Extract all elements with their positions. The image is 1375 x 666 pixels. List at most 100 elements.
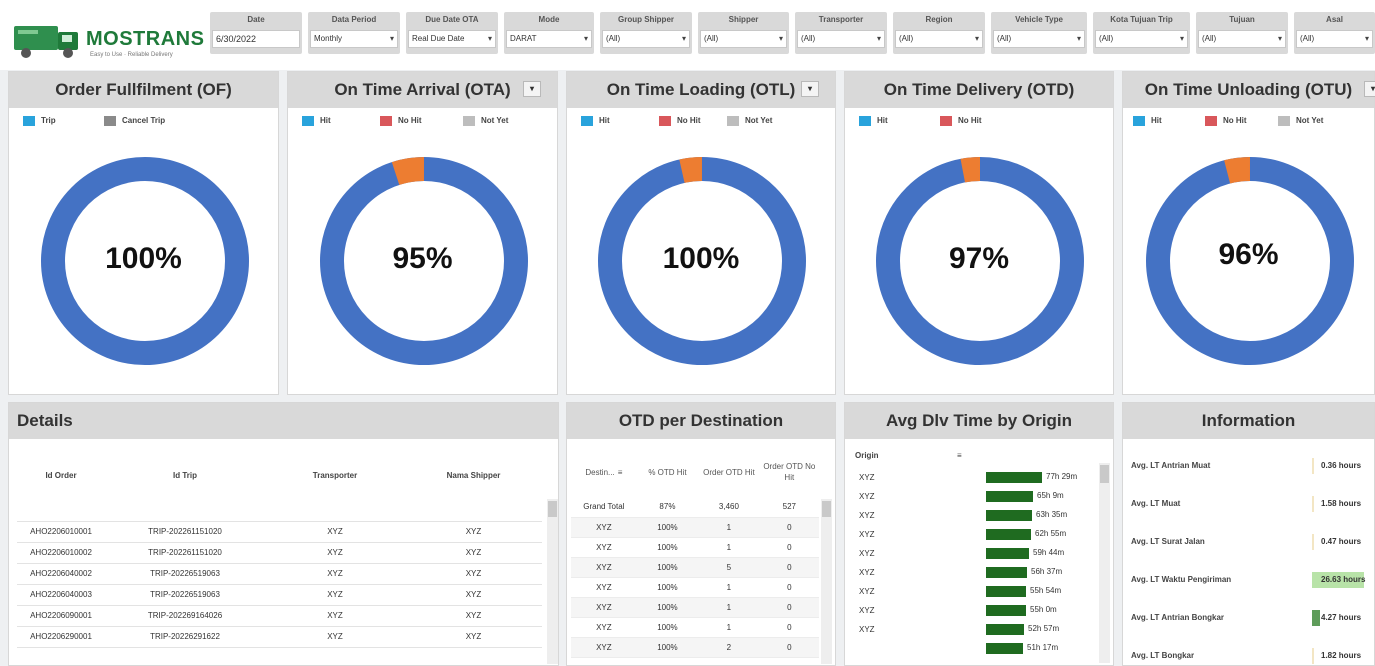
- filter-value: (All): [899, 34, 914, 43]
- kpi-dropdown-button[interactable]: ▾: [801, 81, 819, 97]
- legend-item[interactable]: No Hit: [380, 116, 422, 130]
- transporter-select[interactable]: (All) ▾: [797, 30, 885, 48]
- column-header[interactable]: % OTD Hit: [637, 447, 698, 497]
- table-row[interactable]: XYZ 100% 5 0: [571, 557, 819, 578]
- shipper-select[interactable]: (All) ▾: [700, 30, 787, 48]
- column-header[interactable]: Nama Shipper: [405, 447, 542, 503]
- group-shipper-select[interactable]: (All) ▾: [602, 30, 690, 48]
- kpi-title-of: Order Fullfilment (OF): [9, 72, 278, 108]
- due-date-ota-select[interactable]: Real Due Date ▾: [408, 30, 496, 48]
- filter-mode: Mode DARAT ▾: [504, 12, 594, 54]
- origin-bar[interactable]: [986, 548, 1029, 559]
- origin-row[interactable]: XYZ 65h 9m: [855, 490, 1095, 504]
- legend-item[interactable]: Hit: [859, 116, 888, 130]
- table-row[interactable]: XYZ 100% 1 0: [571, 517, 819, 538]
- legend-item[interactable]: No Hit: [1205, 116, 1247, 130]
- table-row[interactable]: AHO2206010001 TRIP-202261151020 XYZ XYZ: [17, 521, 542, 543]
- legend-label: Hit: [877, 116, 888, 125]
- kota-tujuan-trip-select[interactable]: (All) ▾: [1095, 30, 1188, 48]
- column-header[interactable]: Transporter: [265, 447, 405, 503]
- sort-icon[interactable]: ≡: [957, 451, 962, 460]
- origin-bar[interactable]: [986, 624, 1024, 635]
- filter-value: (All): [1300, 34, 1315, 43]
- tujuan-select[interactable]: (All) ▾: [1198, 30, 1286, 48]
- origin-bar[interactable]: [986, 510, 1032, 521]
- origin-value: 52h 57m: [1028, 624, 1060, 633]
- kpi-title-otl: On Time Loading (OTL) ▾: [567, 72, 835, 108]
- filter-icon[interactable]: ≡: [618, 468, 623, 477]
- filter-label: Data Period: [331, 15, 377, 24]
- table-row[interactable]: AHO2206290001 TRIP-20226291622 XYZ XYZ: [17, 626, 542, 648]
- origin-scrollbar[interactable]: [1099, 463, 1110, 663]
- table-cell: 100%: [636, 577, 699, 598]
- kpi-legend: Hit No Hit Not Yet: [288, 116, 557, 130]
- legend-item[interactable]: No Hit: [659, 116, 701, 130]
- origin-bar[interactable]: [986, 529, 1031, 540]
- origin-bar[interactable]: [986, 643, 1023, 654]
- origin-row[interactable]: XYZ 52h 57m: [855, 623, 1095, 637]
- legend-item[interactable]: Not Yet: [1278, 116, 1323, 130]
- table-row[interactable]: XYZ 100% 1 0: [571, 617, 819, 638]
- origin-bar[interactable]: [986, 491, 1033, 502]
- table-row[interactable]: AHO2206090001 TRIP-202269164026 XYZ XYZ: [17, 605, 542, 627]
- column-header[interactable]: Destin... ≡: [571, 447, 637, 497]
- table-row[interactable]: AHO2206040003 TRIP-20226519063 XYZ XYZ: [17, 584, 542, 606]
- legend-item[interactable]: Hit: [1133, 116, 1162, 130]
- origin-row[interactable]: XYZ 59h 44m: [855, 547, 1095, 561]
- origin-row[interactable]: XYZ 56h 37m: [855, 566, 1095, 580]
- origin-row[interactable]: 51h 17m: [855, 642, 1095, 656]
- legend-item[interactable]: Not Yet: [463, 116, 508, 130]
- column-header[interactable]: Id Order: [17, 447, 105, 503]
- kpi-dropdown-button[interactable]: ▾: [523, 81, 541, 97]
- origin-row[interactable]: XYZ 77h 29m: [855, 471, 1095, 485]
- table-row[interactable]: XYZ 100% 1 0: [571, 577, 819, 598]
- filter-value: DARAT: [510, 34, 537, 43]
- asal-select[interactable]: (All) ▾: [1296, 30, 1373, 48]
- table-row[interactable]: XYZ 100% 1 0: [571, 597, 819, 618]
- legend-label: No Hit: [1223, 116, 1247, 125]
- data-period-select[interactable]: Monthly ▾: [310, 30, 398, 48]
- legend-swatch: [581, 116, 593, 126]
- origin-row[interactable]: XYZ 63h 35m: [855, 509, 1095, 523]
- legend-item[interactable]: Cancel Trip: [104, 116, 165, 130]
- information-label: Avg. LT Bongkar: [1131, 651, 1195, 660]
- column-header[interactable]: Order OTD No Hit: [760, 447, 819, 497]
- date-input[interactable]: 6/30/2022: [212, 30, 300, 48]
- origin-bar[interactable]: [986, 605, 1026, 616]
- legend-label: No Hit: [677, 116, 701, 125]
- table-cell: 3,460: [698, 497, 760, 518]
- chevron-down-icon: ▾: [1179, 34, 1184, 43]
- vehicle-type-select[interactable]: (All) ▾: [993, 30, 1085, 48]
- otd-scrollbar[interactable]: [821, 499, 832, 664]
- origin-row[interactable]: XYZ 62h 55m: [855, 528, 1095, 542]
- origin-row[interactable]: XYZ 55h 0m: [855, 604, 1095, 618]
- grand-total-row[interactable]: Grand Total 87% 3,460 527: [571, 497, 819, 518]
- column-header[interactable]: Order OTD Hit: [698, 447, 759, 497]
- region-select[interactable]: (All) ▾: [895, 30, 983, 48]
- origin-value: 63h 35m: [1036, 510, 1068, 519]
- information-bar: [1312, 610, 1320, 626]
- legend-item[interactable]: Hit: [581, 116, 610, 130]
- table-row[interactable]: AHO2206010002 TRIP-202261151020 XYZ XYZ: [17, 542, 542, 564]
- table-row[interactable]: AHO2206040002 TRIP-20226519063 XYZ XYZ: [17, 563, 542, 585]
- details-scrollbar[interactable]: [547, 499, 558, 664]
- legend-item[interactable]: Hit: [302, 116, 331, 130]
- origin-value: 65h 9m: [1037, 491, 1064, 500]
- legend-item[interactable]: Trip: [23, 116, 56, 130]
- column-header[interactable]: Id Trip: [105, 447, 265, 503]
- legend-item[interactable]: No Hit: [940, 116, 982, 130]
- table-row[interactable]: XYZ 100% 1 0: [571, 537, 819, 558]
- legend-item[interactable]: Not Yet: [727, 116, 772, 130]
- filter-data-period: Data Period Monthly ▾: [308, 12, 400, 54]
- kpi-dropdown-button[interactable]: ▾: [1364, 81, 1375, 97]
- information-row: Avg. LT Muat 1.58 hours: [1131, 496, 1371, 512]
- mode-select[interactable]: DARAT ▾: [506, 30, 592, 48]
- table-cell: 0: [759, 577, 819, 598]
- origin-bar[interactable]: [986, 472, 1042, 483]
- filter-label: Due Date OTA: [425, 15, 479, 24]
- chevron-down-icon: ▾: [487, 34, 492, 43]
- table-row[interactable]: XYZ 100% 2 0: [571, 637, 819, 658]
- origin-bar[interactable]: [986, 567, 1027, 578]
- origin-row[interactable]: XYZ 55h 54m: [855, 585, 1095, 599]
- origin-bar[interactable]: [986, 586, 1026, 597]
